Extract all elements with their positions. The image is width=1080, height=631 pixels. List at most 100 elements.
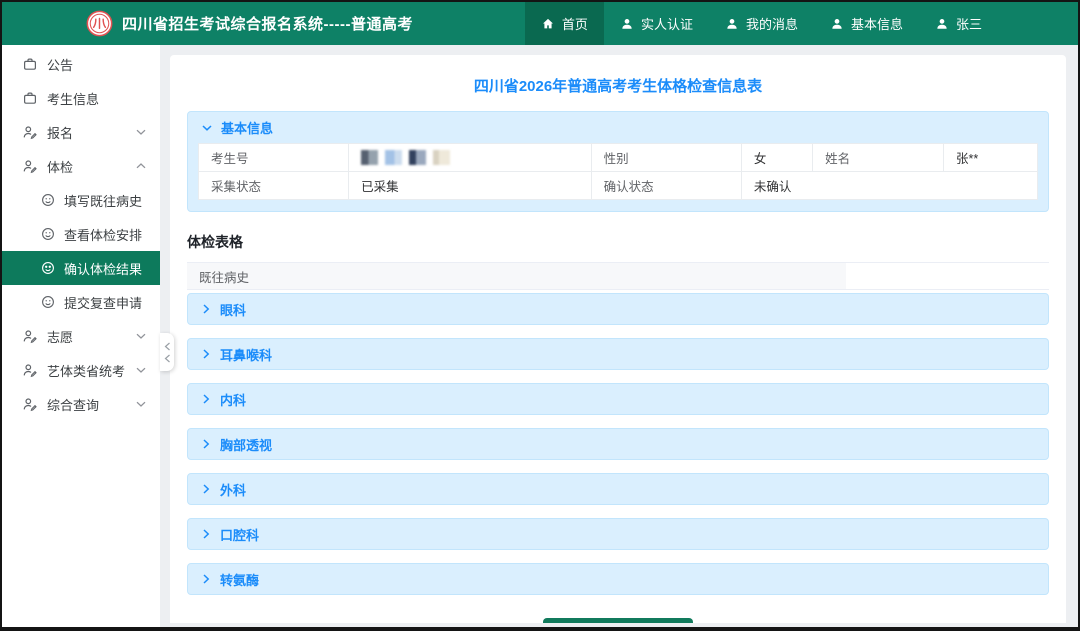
medical-history-value: [846, 263, 1049, 289]
confirm-status-label: 确认状态: [590, 171, 742, 200]
chevron-right-icon: [203, 394, 210, 404]
nav-label: 基本信息: [850, 17, 903, 32]
sidebar: 公告 考生信息 报名 体检 填写既往病史 查看体检安排 确认体检结果 提交复查申…: [2, 45, 160, 627]
browser-window: 四川省招生考试综合报名系统-----普通高考 首页 实人认证 我的消息 基本信息…: [0, 0, 1080, 631]
nav-my-messages[interactable]: 我的消息: [709, 2, 814, 45]
sidebar-item-submit-recheck-request[interactable]: 提交复查申请: [2, 285, 160, 319]
sidebar-item-label: 艺体类省统考: [47, 363, 126, 379]
redaction-mosaic: [361, 150, 451, 166]
sidebar-item-confirm-exam-results[interactable]: 确认体检结果: [2, 251, 160, 285]
app-title: 四川省招生考试综合报名系统-----普通高考: [122, 16, 413, 33]
smiley-icon: [42, 228, 54, 240]
sidebar-collapse-handle[interactable]: [160, 333, 174, 371]
content-card: 四川省2026年普通高考考生体格检查信息表 基本信息 考生号 性别 女 姓名 张…: [170, 55, 1066, 623]
chevron-down-icon: [136, 400, 146, 408]
sidebar-item-label: 志愿: [47, 329, 74, 345]
user-edit-icon: [23, 364, 37, 378]
nav-real-person-auth[interactable]: 实人认证: [604, 2, 709, 45]
candidate-signature-confirm-button[interactable]: 考生签名确认: [542, 618, 693, 623]
main-area: 四川省2026年普通高考考生体格检查信息表 基本信息 考生号 性别 女 姓名 张…: [160, 45, 1078, 627]
sidebar-item-label: 提交复查申请: [64, 295, 143, 311]
chevron-right-icon: [203, 439, 210, 449]
user-edit-icon: [23, 398, 37, 412]
nav-label: 实人认证: [640, 17, 693, 32]
section-surgery[interactable]: 外科: [187, 473, 1049, 505]
section-ent[interactable]: 耳鼻喉科: [187, 338, 1049, 370]
chevron-right-icon: [203, 484, 210, 494]
basic-info-table: 考生号 性别 女 姓名 张** 采集状态 已采集 确认状态 未确认: [197, 143, 1039, 200]
sidebar-item-art-sports-exam[interactable]: 艺体类省统考: [2, 353, 160, 387]
smiley-icon: [42, 296, 54, 308]
chevron-down-icon: [136, 366, 146, 374]
sidebar-item-view-exam-schedule[interactable]: 查看体检安排: [2, 217, 160, 251]
sidebar-item-label: 填写既往病史: [64, 193, 143, 209]
sidebar-item-label: 报名: [47, 125, 74, 141]
exam-table-title: 体检表格: [187, 234, 243, 250]
section-ophthalmology[interactable]: 眼科: [187, 293, 1049, 325]
chevron-right-icon: [203, 349, 210, 359]
sidebar-item-label: 查看体检安排: [64, 227, 143, 243]
brand: 四川省招生考试综合报名系统-----普通高考: [2, 2, 413, 45]
user-edit-icon: [23, 160, 37, 174]
section-internal-medicine[interactable]: 内科: [187, 383, 1049, 415]
section-label: 外科: [220, 482, 247, 498]
sidebar-item-label: 确认体检结果: [64, 261, 143, 277]
briefcase-icon: [23, 92, 37, 104]
sidebar-item-comprehensive-query[interactable]: 综合查询: [2, 387, 160, 421]
sidebar-item-label: 考生信息: [47, 91, 100, 107]
exam-id-value-redacted: [348, 143, 592, 172]
chevron-down-icon: [202, 124, 212, 131]
nav-home[interactable]: 首页: [524, 2, 604, 45]
chevron-right-icon: [203, 574, 210, 584]
smiley-icon: [42, 262, 54, 274]
top-navigation: 首页 实人认证 我的消息 基本信息 张三: [524, 2, 998, 45]
chevron-down-icon: [136, 128, 146, 136]
briefcase-icon: [23, 58, 37, 70]
gender-value: 女: [740, 143, 814, 172]
name-value: 张**: [943, 143, 1038, 172]
footer-actions: 考生签名确认: [187, 618, 1049, 623]
home-icon: [542, 18, 553, 28]
basic-info-panel: 基本信息 考生号 性别 女 姓名 张** 采集状态 已采集 确认状态 未确认: [187, 111, 1049, 212]
section-label: 口腔科: [220, 527, 260, 543]
chevron-down-icon: [136, 332, 146, 340]
page-title: 四川省2026年普通高考考生体格检查信息表: [473, 78, 763, 95]
user-icon: [622, 18, 632, 29]
chevron-up-icon: [136, 162, 146, 170]
user-edit-icon: [23, 330, 37, 344]
section-chest-fluoroscopy[interactable]: 胸部透视: [187, 428, 1049, 460]
sidebar-item-label: 体检: [47, 159, 74, 175]
nav-label: 张三: [955, 17, 982, 32]
gender-label: 性别: [590, 143, 742, 172]
sidebar-item-preferences[interactable]: 志愿: [2, 319, 160, 353]
sidebar-item-fill-medical-history[interactable]: 填写既往病史: [2, 183, 160, 217]
sidebar-item-label: 综合查询: [47, 397, 100, 413]
nav-label: 首页: [561, 17, 588, 32]
user-icon: [832, 18, 842, 29]
sidebar-item-label: 公告: [47, 57, 74, 73]
sidebar-item-candidate-info[interactable]: 考生信息: [2, 81, 160, 115]
nav-basic-info[interactable]: 基本信息: [814, 2, 919, 45]
sidebar-item-physical-exam[interactable]: 体检: [2, 149, 160, 183]
basic-info-panel-title: 基本信息: [221, 121, 274, 136]
nav-current-user[interactable]: 张三: [919, 2, 998, 45]
sidebar-item-registration[interactable]: 报名: [2, 115, 160, 149]
nav-label: 我的消息: [745, 17, 798, 32]
basic-info-panel-header[interactable]: 基本信息: [188, 112, 1048, 143]
user-edit-icon: [23, 126, 37, 140]
user-icon: [727, 18, 737, 29]
section-label: 转氨酶: [220, 572, 260, 588]
app-seal-logo-icon: [86, 10, 113, 37]
confirm-status-value: 未确认: [740, 171, 1039, 200]
collect-status-value: 已采集: [348, 171, 592, 200]
section-dental[interactable]: 口腔科: [187, 518, 1049, 550]
table-row: 采集状态 已采集 确认状态 未确认: [197, 171, 1039, 200]
name-label: 姓名: [812, 143, 944, 172]
chevron-left-icon: [164, 354, 170, 362]
user-icon: [937, 18, 947, 29]
chevron-right-icon: [203, 304, 210, 314]
section-transaminase[interactable]: 转氨酶: [187, 563, 1049, 595]
table-row: 考生号 性别 女 姓名 张**: [197, 143, 1038, 172]
chevron-right-icon: [203, 529, 210, 539]
sidebar-item-announcements[interactable]: 公告: [2, 47, 160, 81]
